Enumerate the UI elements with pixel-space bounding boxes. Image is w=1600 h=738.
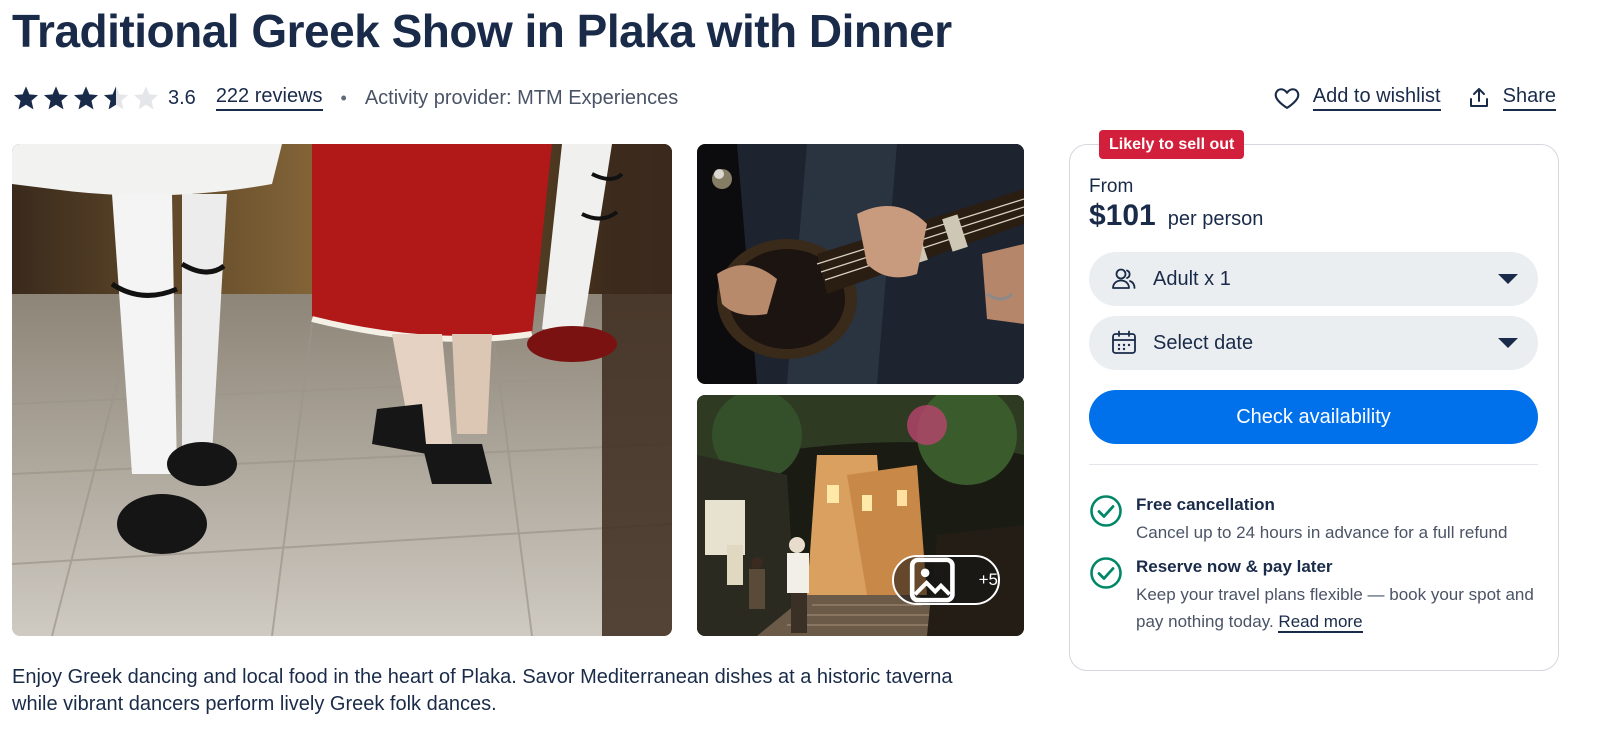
star-full-icon (13, 86, 39, 110)
chevron-down-icon (1498, 274, 1518, 284)
date-label: Select date (1153, 331, 1254, 354)
price-unit: per person (1167, 208, 1264, 230)
star-half-icon (103, 86, 129, 110)
calendar-icon (1112, 330, 1136, 354)
check-circle-icon (1090, 557, 1122, 589)
wishlist-label: Add to wishlist (1312, 85, 1441, 111)
perk-reserve-now-pay-later: Reserve now & pay later Keep your travel… (1089, 556, 1536, 635)
bouzouki-photo (697, 144, 1024, 384)
page-title: Traditional Greek Show in Plaka with Din… (12, 5, 952, 57)
perk-description: Keep your travel plans flexible — book y… (1136, 581, 1536, 635)
participants-select[interactable]: Adult x 1 (1089, 252, 1538, 306)
share-upload-icon (1469, 88, 1488, 107)
activity-description: Enjoy Greek dancing and local food in th… (12, 666, 953, 715)
price-value: $101 (1089, 199, 1156, 232)
star-rating (12, 84, 160, 112)
perk-title: Free cancellation (1136, 495, 1275, 514)
share-label: Share (1502, 85, 1556, 111)
more-photos-button[interactable]: +5 (892, 555, 1000, 605)
activity-provider: Activity provider: MTM Experiences (364, 86, 679, 109)
rating-row: 3.6 222 reviews • Activity provider: MTM… (12, 80, 678, 116)
date-select[interactable]: Select date (1089, 316, 1538, 370)
booking-divider (1089, 464, 1538, 465)
star-full-icon (43, 86, 69, 110)
dancers-photo (12, 144, 672, 636)
likely-to-sell-out-badge: Likely to sell out (1099, 130, 1245, 159)
chevron-down-icon (1498, 338, 1518, 348)
perk-title: Reserve now & pay later (1136, 557, 1333, 576)
star-empty-icon (133, 86, 159, 110)
star-full-icon (73, 86, 99, 110)
gallery-photo-musician[interactable] (697, 144, 1024, 384)
add-to-wishlist-button[interactable]: Add to wishlist (1273, 84, 1441, 112)
rating-value: 3.6 (168, 86, 196, 109)
gallery-photo-main[interactable] (12, 144, 672, 636)
check-circle-icon (1090, 495, 1122, 527)
perk-description: Cancel up to 24 hours in advance for a f… (1136, 523, 1508, 542)
check-availability-button[interactable]: Check availability (1089, 390, 1538, 444)
read-more-link[interactable]: Read more (1278, 612, 1363, 633)
share-button[interactable]: Share (1467, 85, 1556, 111)
participants-label: Adult x 1 (1153, 267, 1231, 290)
separator-dot: • (340, 87, 347, 108)
heart-outline-icon (1274, 88, 1300, 109)
gallery-photo-street[interactable]: +5 (697, 395, 1024, 636)
reviews-link[interactable]: 222 reviews (215, 85, 323, 111)
image-icon (909, 557, 955, 603)
from-label: From (1089, 176, 1134, 197)
perk-free-cancellation: Free cancellation Cancel up to 24 hours … (1089, 494, 1507, 546)
header-actions: Add to wishlist Share (1273, 82, 1556, 114)
more-photos-count: +5 (978, 570, 998, 589)
people-icon (1112, 268, 1136, 289)
price-row: $101 per person (1089, 199, 1263, 233)
